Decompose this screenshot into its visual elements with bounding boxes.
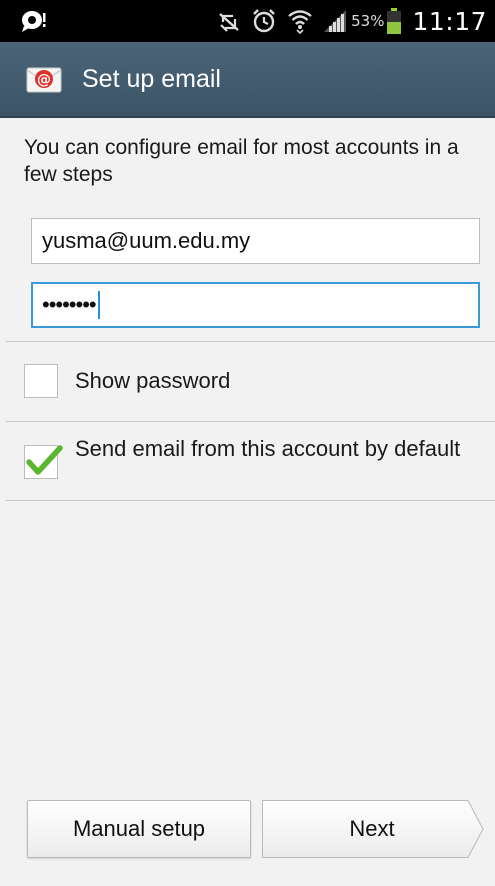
status-clock: 11:17	[412, 6, 487, 36]
show-password-row[interactable]: Show password	[0, 342, 495, 420]
email-field-value: yusma@uum.edu.my	[42, 228, 251, 253]
intro-text: You can configure email for most account…	[24, 136, 459, 186]
default-account-checkbox[interactable]	[24, 445, 63, 479]
text-cursor	[97, 291, 100, 319]
chat-bubble-icon	[22, 11, 46, 32]
screen-title: Set up email	[82, 64, 221, 93]
password-field[interactable]: ••••••••	[31, 282, 480, 328]
default-account-label: Send email from this account by default	[75, 436, 461, 461]
status-bar: 53% 11:17	[0, 0, 495, 42]
battery-icon	[387, 8, 402, 34]
wifi-icon	[288, 10, 312, 34]
manual-setup-label: Manual setup	[72, 816, 206, 841]
mute-icon	[219, 13, 239, 32]
alarm-icon	[253, 9, 275, 33]
email-field[interactable]: yusma@uum.edu.my	[31, 218, 480, 264]
svg-text:@: @	[37, 72, 51, 88]
next-button[interactable]: Next	[262, 800, 484, 858]
action-bar: @ Set up email	[0, 42, 495, 118]
email-app-icon: @	[26, 67, 62, 93]
checkmark-icon	[26, 445, 63, 475]
battery-percent: 53%	[351, 12, 385, 30]
default-account-row[interactable]: Send email from this account by default	[0, 422, 495, 500]
password-field-value: ••••••••	[42, 292, 97, 317]
next-label: Next	[349, 816, 395, 841]
show-password-label: Show password	[75, 368, 231, 393]
manual-setup-button[interactable]: Manual setup	[27, 800, 251, 858]
show-password-checkbox[interactable]	[24, 364, 58, 398]
email-setup-screen: 53% 11:17 @ Set up email You can configu…	[0, 0, 495, 886]
divider	[6, 500, 495, 501]
signal-icon	[324, 10, 347, 32]
